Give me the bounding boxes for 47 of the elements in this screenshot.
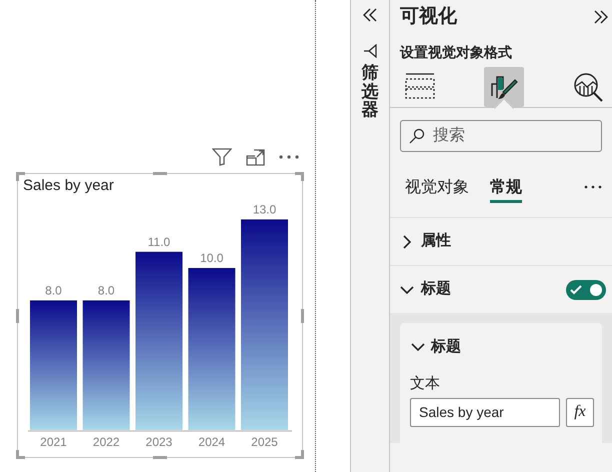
collapse-icon[interactable] xyxy=(594,10,608,24)
check-icon xyxy=(570,284,582,294)
resize-handle[interactable] xyxy=(153,456,167,459)
data-label: 10.0 xyxy=(200,251,224,265)
axis-label: 2021 xyxy=(40,435,67,449)
pane-title: 可视化 xyxy=(400,4,457,29)
chart-title: Sales by year xyxy=(23,176,114,196)
data-label: 11.0 xyxy=(148,234,170,249)
focus-mode-icon[interactable] xyxy=(246,148,265,166)
toggle-switch[interactable] xyxy=(566,280,606,300)
axis-label: 2024 xyxy=(198,435,226,449)
search-icon xyxy=(409,128,425,144)
axis-label: 2025 xyxy=(251,435,278,449)
tab[interactable]: 常规 xyxy=(490,175,522,203)
bar[interactable] xyxy=(136,252,182,430)
chart-visual[interactable]: Sales by year 8.0 8.0 11.0 10.0 13.0 2021 2022 2023 2024 2025 xyxy=(17,173,303,458)
search-field[interactable]: 搜索 xyxy=(400,120,602,152)
expand-icon[interactable] xyxy=(363,8,377,22)
bar[interactable] xyxy=(30,300,77,430)
bar[interactable] xyxy=(241,219,288,430)
bar[interactable] xyxy=(188,268,236,430)
filter-icon[interactable] xyxy=(212,148,232,166)
resize-handle[interactable] xyxy=(295,450,304,459)
data-label: 13.0 xyxy=(252,202,276,216)
axis-label: 2023 xyxy=(146,435,172,449)
more-options-icon[interactable] xyxy=(584,185,602,189)
resize-handle[interactable] xyxy=(301,309,304,323)
resize-handle[interactable] xyxy=(153,172,167,175)
resize-handle[interactable] xyxy=(16,172,25,181)
filter-icon[interactable] xyxy=(363,44,377,58)
card-header[interactable]: 标题 xyxy=(431,336,461,358)
field-label: 文本 xyxy=(410,374,441,394)
pane-subtitle: 设置视觉对象格式 xyxy=(398,43,513,62)
bar[interactable] xyxy=(82,300,130,430)
function-button[interactable]: fx xyxy=(566,398,594,426)
section-label[interactable]: 属性 xyxy=(421,230,451,253)
data-label: 8.0 xyxy=(45,283,62,298)
filters-pane-label[interactable]: 筛选器 xyxy=(362,64,378,120)
tab[interactable]: 视觉对象 xyxy=(405,175,469,203)
data-label: 8.0 xyxy=(98,283,115,298)
section-label[interactable]: 标题 xyxy=(421,278,451,301)
resize-handle[interactable] xyxy=(295,172,304,181)
resize-handle[interactable] xyxy=(16,309,19,323)
text-field[interactable]: Sales by year xyxy=(410,398,560,426)
resize-handle[interactable] xyxy=(16,450,25,459)
axis-label: 2022 xyxy=(92,435,120,449)
more-options-icon[interactable] xyxy=(279,155,299,159)
